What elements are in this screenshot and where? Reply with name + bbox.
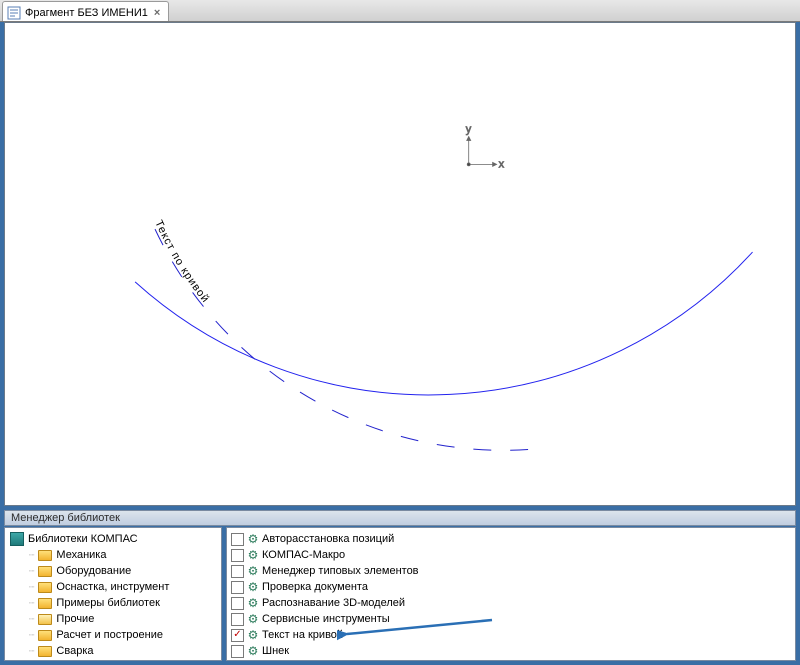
list-item-label: Менеджер типовых элементов [262,565,419,577]
list-item-label: КОМПАС-Макро [262,549,345,561]
tree-root[interactable]: Библиотеки КОМПАС [7,531,219,547]
curve-underline-dashes [155,229,543,450]
checkbox[interactable] [231,549,244,562]
close-icon[interactable]: × [152,7,162,19]
axis-x-label: x [499,158,505,170]
list-item-checked[interactable]: ✓⚙Текст на кривой [229,627,793,643]
list-item-label: Авторасстановка позиций [262,533,394,545]
list-item[interactable]: ⚙Шнек [229,643,793,659]
gear-icon: ⚙ [246,548,260,562]
list-item-label: Сервисные инструменты [262,613,390,625]
library-list[interactable]: ⚙Авторасстановка позиций ⚙КОМПАС-Макро ⚙… [226,527,796,661]
folder-icon [37,628,53,642]
tree-item-label: Оборудование [56,565,131,577]
list-item[interactable]: ⚙Проверка документа [229,579,793,595]
folder-icon [37,548,53,562]
document-tab[interactable]: Фрагмент БЕЗ ИМЕНИ1 × [2,1,169,21]
tree-item-label: Примеры библиотек [56,597,159,609]
curved-text: Текст по кривой [152,218,211,305]
checkbox[interactable] [231,645,244,658]
list-item-label: Распознавание 3D-моделей [262,597,405,609]
list-item[interactable]: ⚙КОМПАС-Макро [229,547,793,563]
tree-item[interactable]: ┈Сварка [7,643,219,659]
checkbox-checked[interactable]: ✓ [231,629,244,642]
checkbox[interactable] [231,565,244,578]
folder-open-icon [37,612,53,626]
checkbox[interactable] [231,533,244,546]
axis-y-label: y [466,124,472,136]
tree-root-label: Библиотеки КОМПАС [28,533,138,545]
tree-item[interactable]: ┈Примеры библиотек [7,595,219,611]
tree-item[interactable]: ┈Оснастка, инструмент [7,579,219,595]
list-item-label: Проверка документа [262,581,368,593]
folder-icon [37,580,53,594]
library-tree[interactable]: Библиотеки КОМПАС ┈Механика ┈Оборудовани… [4,527,222,661]
list-item[interactable]: ⚙Сервисные инструменты [229,611,793,627]
checkbox[interactable] [231,581,244,594]
folder-icon [37,644,53,658]
library-manager-title: Менеджер библиотек [4,510,796,526]
tree-item-label: Оснастка, инструмент [56,581,169,593]
list-item[interactable]: ⚙Менеджер типовых элементов [229,563,793,579]
list-item-label: Текст на кривой [262,629,343,641]
list-item[interactable]: ⚙Распознавание 3D-моделей [229,595,793,611]
folder-icon [37,564,53,578]
drawing-canvas[interactable]: x y Текст по кривой [4,22,796,506]
root-icon [9,532,25,546]
curve-arc [135,252,752,395]
gear-icon: ⚙ [246,532,260,546]
tree-item-label: Прочие [56,613,94,625]
checkbox[interactable] [231,597,244,610]
gear-icon: ⚙ [246,596,260,610]
tree-item[interactable]: ┈Оборудование [7,563,219,579]
tree-item-label: Сварка [56,645,93,657]
gear-icon: ⚙ [246,612,260,626]
gear-icon: ⚙ [246,580,260,594]
gear-icon: ⚙ [246,564,260,578]
tree-item-label: Механика [56,549,106,561]
tree-item[interactable]: ┈Механика [7,547,219,563]
axis-indicator: x y [466,124,505,171]
document-tab-title: Фрагмент БЕЗ ИМЕНИ1 [25,7,148,19]
tree-item-open[interactable]: ┈Прочие [7,611,219,627]
gear-icon: ⚙ [246,628,260,642]
document-tab-strip: Фрагмент БЕЗ ИМЕНИ1 × [0,0,800,22]
list-item[interactable]: ⚙Авторасстановка позиций [229,531,793,547]
gear-icon: ⚙ [246,644,260,658]
library-manager-body: Библиотеки КОМПАС ┈Механика ┈Оборудовани… [4,527,796,661]
document-icon [7,6,21,20]
checkbox[interactable] [231,613,244,626]
tree-item-label: Расчет и построение [56,629,163,641]
list-item-label: Шнек [262,645,289,657]
folder-icon [37,596,53,610]
tree-item[interactable]: ┈Расчет и построение [7,627,219,643]
